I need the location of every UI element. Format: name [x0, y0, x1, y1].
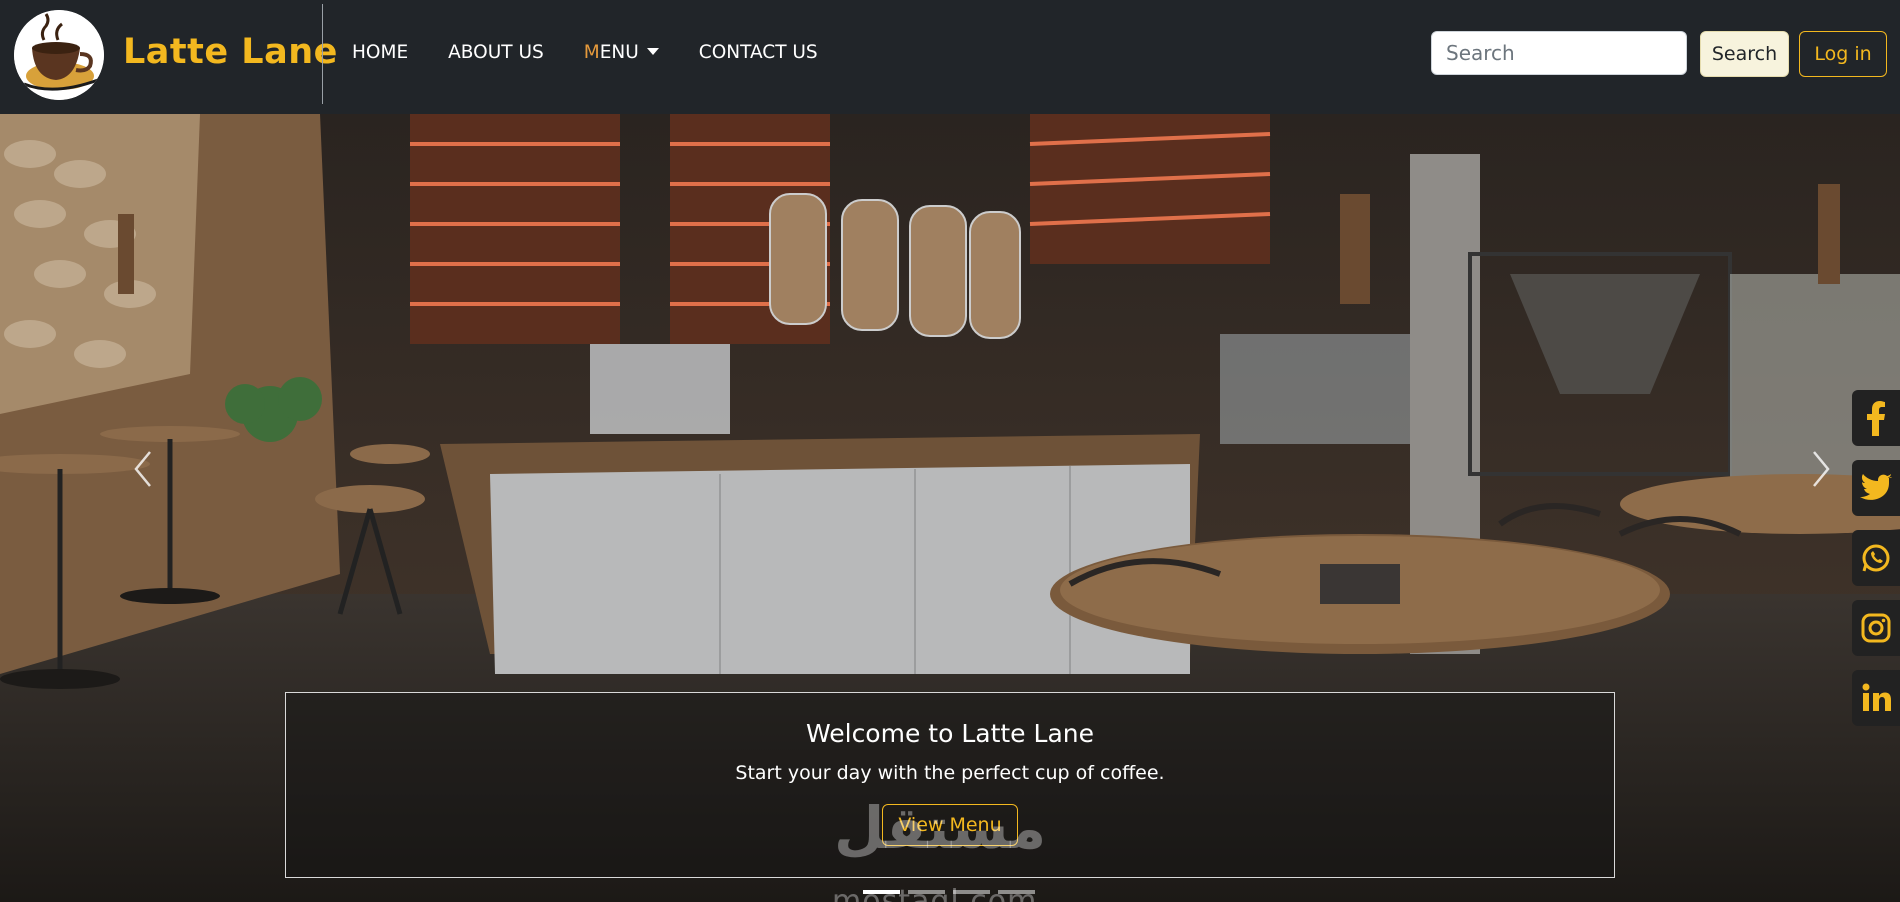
caret-down-icon [646, 47, 659, 55]
social-sidebar [1852, 390, 1900, 726]
login-button[interactable]: Log in [1799, 31, 1887, 77]
nav-contact[interactable]: CONTACT US [699, 42, 818, 63]
brand-name[interactable]: Latte Lane [123, 32, 338, 72]
carousel-next-icon[interactable] [1806, 444, 1836, 494]
carousel-indicator-2[interactable] [908, 890, 945, 894]
carousel-indicators [863, 890, 1035, 894]
nav-menu-initial: M [583, 42, 600, 63]
hero-carousel: Welcome to Latte Lane Start your day wit… [0, 114, 1900, 902]
whatsapp-icon[interactable] [1852, 530, 1900, 586]
twitter-icon[interactable] [1852, 460, 1900, 516]
facebook-icon[interactable] [1852, 390, 1900, 446]
search-input[interactable] [1431, 31, 1687, 75]
coffee-cup-logo-icon[interactable] [14, 10, 104, 100]
search-button[interactable]: Search [1700, 31, 1789, 77]
carousel-indicator-4[interactable] [998, 890, 1035, 894]
navbar: Latte Lane HOME ABOUT US MENU CONTACT US… [0, 0, 1900, 114]
hero-title: Welcome to Latte Lane [805, 719, 1094, 748]
nav-home-label: OME [365, 42, 409, 63]
nav-links: HOME ABOUT US MENU CONTACT US [352, 42, 858, 63]
nav-contact-label: CONTACT US [698, 42, 818, 63]
nav-home[interactable]: HOME [352, 42, 408, 63]
carousel-indicator-3[interactable] [953, 890, 990, 894]
navbar-divider [322, 4, 323, 104]
nav-about[interactable]: ABOUT US [448, 42, 544, 63]
linkedin-icon[interactable] [1852, 670, 1900, 726]
nav-menu-dropdown[interactable]: MENU [584, 42, 659, 63]
nav-about-label: ABOUT US [448, 42, 544, 63]
instagram-icon[interactable] [1852, 600, 1900, 656]
nav-home-initial: H [352, 42, 366, 63]
carousel-prev-icon[interactable] [128, 444, 158, 494]
hero-subtitle: Start your day with the perfect cup of c… [735, 762, 1165, 784]
watermark-arabic: مستقل [834, 794, 1047, 862]
nav-menu-label: ENU [599, 42, 639, 63]
carousel-indicator-1[interactable] [863, 890, 900, 894]
